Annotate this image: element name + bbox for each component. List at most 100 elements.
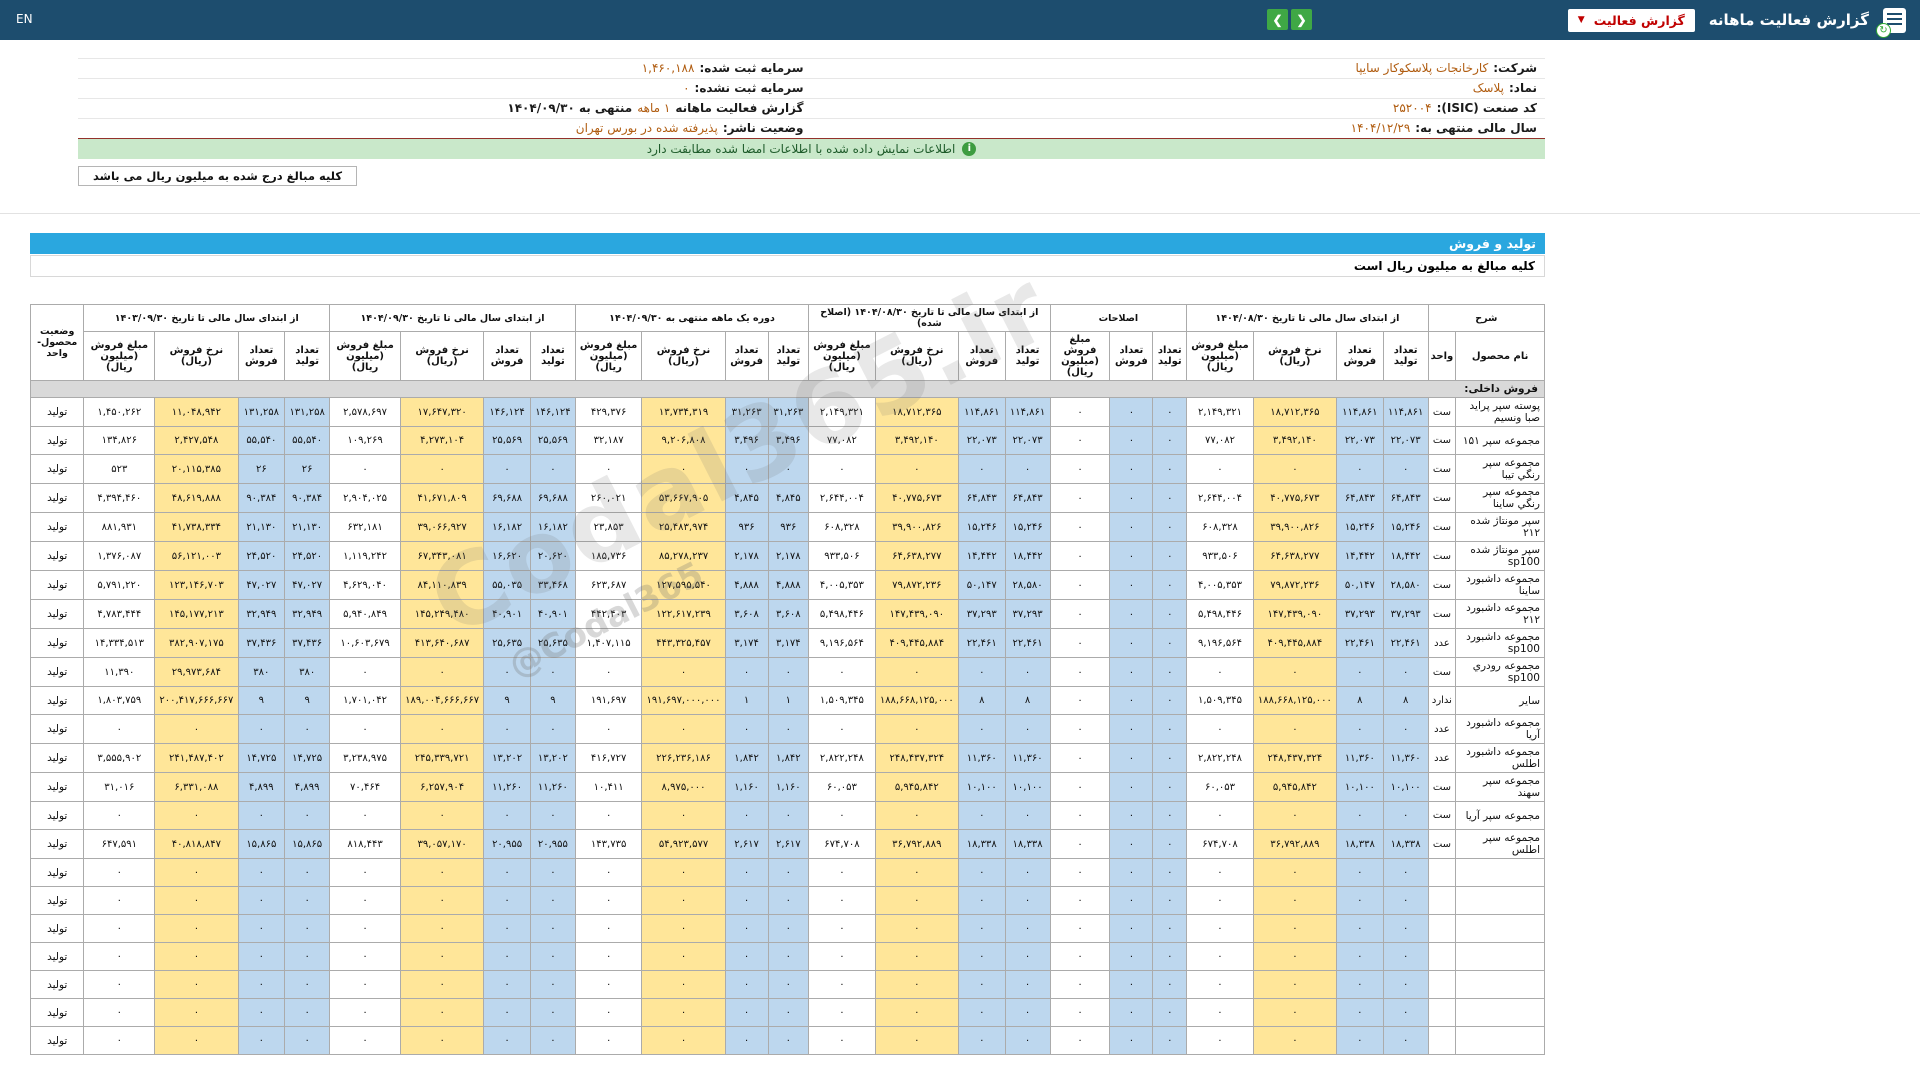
table-cell: ۰ bbox=[1109, 714, 1154, 744]
table-cell: ۳۹,۰۵۷,۱۷۰ bbox=[400, 829, 485, 859]
status-cell: تولید bbox=[29, 886, 85, 915]
table-cell: ۱۴۷,۴۳۹,۰۹۰ bbox=[1252, 599, 1338, 629]
table-cell: ۰ bbox=[284, 1026, 331, 1055]
table-cell: ۰ bbox=[724, 942, 769, 971]
table-cell: ۰ bbox=[1049, 454, 1111, 484]
report-type-dropdown[interactable]: گزارش فعالیت ▼ bbox=[1567, 8, 1695, 32]
table-cell: ۰ bbox=[1252, 970, 1338, 999]
table-cell: ۰ bbox=[1004, 801, 1051, 830]
previous-report-button[interactable]: ❮ bbox=[1267, 9, 1288, 30]
table-cell: ۲,۴۲۷,۵۴۸ bbox=[154, 426, 239, 455]
column-header: نرخ فروش (ریال) bbox=[154, 331, 239, 381]
company-name-value: کارخانجات پلاسکوکار سایپا bbox=[1355, 61, 1489, 75]
table-cell: ۱۰,۱۰۰ bbox=[957, 772, 1006, 802]
table-cell: ۹,۲۰۶,۸۰۸ bbox=[641, 426, 726, 455]
group-header: از ابتدای سال مالی تا تاریخ ۱۴۰۴/۰۸/۳۰ (… bbox=[808, 304, 1051, 332]
table-cell: ۰ bbox=[329, 657, 402, 687]
table-cell: ۰ bbox=[767, 1026, 810, 1055]
unit-cell bbox=[1427, 858, 1457, 887]
table-cell: ۶۷۴,۷۰۸ bbox=[808, 829, 876, 859]
status-cell: تولید bbox=[29, 801, 85, 830]
table-cell: ۰ bbox=[724, 801, 769, 830]
table-cell: ۰ bbox=[808, 801, 876, 830]
table-cell: ۰ bbox=[329, 886, 402, 915]
table-cell: ۰ bbox=[808, 714, 876, 744]
table-cell: ۲۵,۶۳۵ bbox=[483, 628, 531, 658]
table-cell: ۱۳۱,۲۵۸ bbox=[237, 397, 286, 427]
column-header: تعداد فروش bbox=[1336, 331, 1384, 381]
ticker-symbol-value: پلاسک bbox=[1472, 81, 1504, 95]
table-cell: ۰ bbox=[1336, 1026, 1384, 1055]
table-cell: ۰ bbox=[400, 970, 485, 999]
table-cell: ۰ bbox=[1382, 942, 1429, 971]
table-cell: ۰ bbox=[1382, 998, 1429, 1027]
company-field: سرمایه ثبت شده: ۱,۴۶۰,۱۸۸ bbox=[78, 59, 812, 78]
next-report-button[interactable]: ❯ bbox=[1291, 9, 1312, 30]
table-cell: ۰ bbox=[1004, 970, 1051, 999]
table-cell: ۱,۱۶۰ bbox=[767, 772, 810, 802]
table-cell: ۲,۱۷۸ bbox=[767, 541, 810, 571]
table-cell: ۶۹,۶۸۸ bbox=[529, 483, 576, 513]
table-cell: ۱۹۱,۶۹۷,۰۰۰,۰۰۰ bbox=[641, 686, 726, 715]
table-cell: ۴۰۹,۴۴۵,۸۸۴ bbox=[874, 628, 959, 658]
table-cell: ۴,۳۹۴,۴۶۰ bbox=[83, 483, 156, 513]
table-cell: ۰ bbox=[724, 454, 769, 484]
table-cell: ۲۴۸,۴۳۷,۳۲۴ bbox=[874, 743, 959, 773]
table-cell: ۰ bbox=[1004, 914, 1051, 943]
table-cell: ۰ bbox=[724, 998, 769, 1027]
table-cell: ۰ bbox=[154, 914, 239, 943]
table-cell: ۱۱,۲۶۰ bbox=[483, 772, 531, 802]
table-cell: ۴۴۳,۳۲۵,۴۵۷ bbox=[641, 628, 726, 658]
table-cell: ۲,۶۱۷ bbox=[724, 829, 769, 859]
table-cell: ۲,۱۷۸ bbox=[724, 541, 769, 571]
status-cell: تولید bbox=[29, 1026, 85, 1055]
company-field-label: شرکت: bbox=[1493, 61, 1537, 75]
table-cell: ۳۱,۲۶۳ bbox=[767, 397, 810, 427]
status-cell: تولید bbox=[29, 426, 85, 455]
table-cell: ۰ bbox=[1252, 914, 1338, 943]
table-cell: ۰ bbox=[1109, 998, 1154, 1027]
status-cell: تولید bbox=[29, 397, 85, 427]
table-row: مجموعه سپر سهند ست ۱۰,۱۰۰ ۱۰,۱۰۰ ۵,۹۴۵,۸۴۲ ۶۰… bbox=[29, 772, 1545, 802]
column-header: نرخ فروش (ریال) bbox=[641, 331, 726, 381]
table-cell: ۰ bbox=[574, 858, 643, 887]
table-cell: ۱۰۹,۲۶۹ bbox=[329, 426, 402, 455]
top-navbar: ↻ گزارش فعالیت ماهانه گزارش فعالیت ▼ ❮ ❯… bbox=[0, 0, 1920, 40]
table-cell: ۰ bbox=[1049, 998, 1111, 1027]
table-cell: ۰ bbox=[284, 801, 331, 830]
table-cell: ۰ bbox=[724, 858, 769, 887]
table-row: ۰ ۰ ۰ ۰ ۰ ۰ ۰ ۰ ۰ ۰ ۰ ۰ ۰ ۰ ۰ ۰ ۰ ۰ ۰ ۰ ۰ ۰ ۰ تولید bbox=[29, 858, 1545, 887]
table-cell: ۰ bbox=[1004, 886, 1051, 915]
table-cell: ۰ bbox=[874, 714, 959, 744]
group-header: از ابتدای سال مالی تا تاریخ ۱۴۰۴/۰۹/۳۰ bbox=[329, 304, 576, 332]
company-field-label: گزارش فعالیت ماهانه bbox=[675, 101, 804, 115]
table-cell: ۰ bbox=[483, 914, 531, 943]
company-field-label: نماد: bbox=[1508, 81, 1537, 95]
table-cell: ۶,۳۳۱,۰۸۸ bbox=[154, 772, 239, 802]
table-cell: ۰ bbox=[1152, 914, 1188, 943]
table-cell: ۶۴۷,۵۹۱ bbox=[83, 829, 156, 859]
table-cell: ۰ bbox=[1049, 599, 1111, 629]
table-cell: ۵,۹۴۵,۸۴۲ bbox=[1252, 772, 1338, 802]
refresh-badge-icon: ↻ bbox=[1876, 22, 1891, 38]
product-name: مجموعه سپر ۱۵۱ bbox=[1455, 426, 1545, 455]
table-cell: ۰ bbox=[1382, 914, 1429, 943]
table-cell: ۰ bbox=[483, 858, 531, 887]
table-cell: ۰ bbox=[1049, 541, 1111, 571]
table-cell: ۰ bbox=[1049, 657, 1111, 687]
table-cell: ۱۴۶,۱۲۴ bbox=[483, 397, 531, 427]
status-cell: تولید bbox=[29, 686, 85, 715]
language-toggle[interactable]: EN bbox=[16, 12, 33, 26]
table-cell: ۰ bbox=[1186, 1026, 1254, 1055]
table-cell: ۴,۸۴۵ bbox=[724, 483, 769, 513]
column-header: واحد bbox=[1427, 331, 1457, 381]
table-cell: ۵,۷۹۱,۲۲۰ bbox=[83, 570, 156, 600]
table-cell: ۰ bbox=[1109, 1026, 1154, 1055]
table-cell: ۸۴,۱۱۰,۸۳۹ bbox=[400, 570, 485, 600]
table-cell: ۱۸,۷۱۲,۳۶۵ bbox=[1252, 397, 1338, 427]
unit-cell: ست bbox=[1427, 599, 1457, 629]
table-row: مجموعه سپر رنگي تيبا ست ۰ ۰ ۰ ۰ ۰ ۰ ۰ ۰ ۰ ۰ ۰ ۰ ۰ ۰ ۰ ۰ ۰ ۰… bbox=[29, 454, 1545, 484]
table-cell: ۰ bbox=[874, 657, 959, 687]
table-cell: ۶۴,۶۳۸,۲۷۷ bbox=[1252, 541, 1338, 571]
table-cell: ۰ bbox=[400, 886, 485, 915]
